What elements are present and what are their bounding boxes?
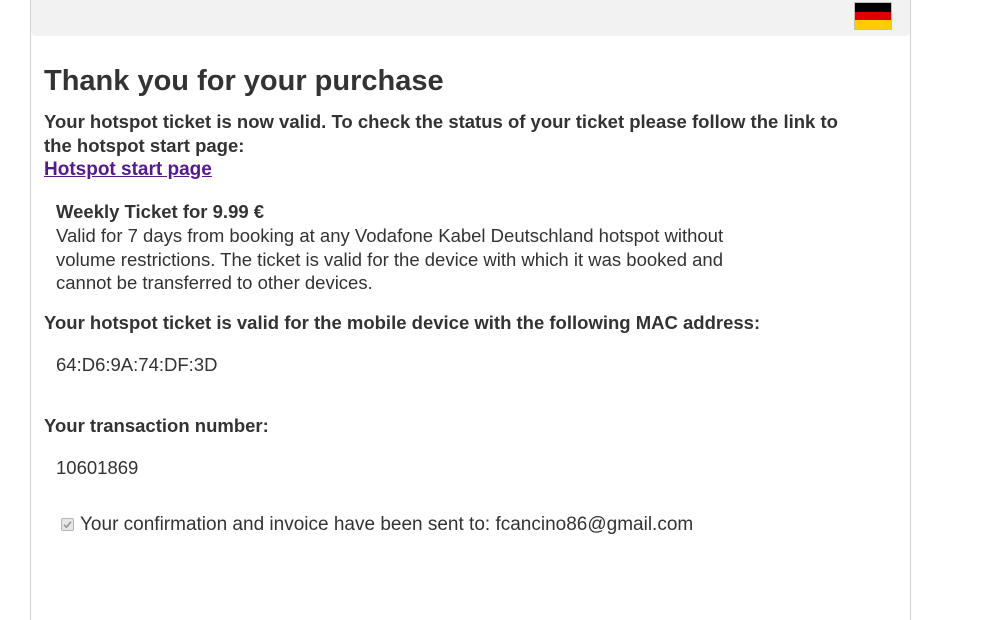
hotspot-start-page-link[interactable]: Hotspot start page (44, 158, 212, 182)
mac-address-value: 64:D6:9A:74:DF:3D (56, 353, 218, 375)
ticket-info: Weekly Ticket for 9.99 € Valid for 7 day… (56, 200, 796, 295)
header-bar (31, 0, 910, 36)
checkmark-icon (63, 521, 72, 529)
confirmation-checkbox[interactable] (61, 518, 74, 531)
intro-line-1: Your hotspot ticket is now valid. To che… (44, 111, 838, 132)
intro-text: Your hotspot ticket is now valid. To che… (44, 110, 906, 158)
ticket-desc-line-3: cannot be transferred to other devices. (56, 272, 373, 293)
ticket-desc-line-1: Valid for 7 days from booking at any Vod… (56, 225, 724, 246)
page-container: Thank you for your purchase Your hotspot… (30, 0, 911, 620)
confirmation-row: Your confirmation and invoice have been … (61, 513, 906, 537)
mac-address-label: Your hotspot ticket is valid for the mob… (44, 311, 761, 333)
transaction-number: 10601869 (56, 456, 139, 478)
main-content: Thank you for your purchase Your hotspot… (44, 62, 906, 537)
confirmation-text: Your confirmation and invoice have been … (80, 513, 694, 535)
ticket-title: Weekly Ticket for 9.99 € (56, 201, 265, 222)
transaction-label: Your transaction number: (44, 414, 269, 436)
ticket-desc-line-2: volume restrictions. The ticket is valid… (56, 248, 723, 270)
germany-flag-icon[interactable] (854, 2, 892, 30)
intro-line-2: the hotspot start page: (44, 135, 245, 156)
page-title: Thank you for your purchase (44, 65, 444, 97)
ticket-description: Valid for 7 days from booking at any Vod… (56, 224, 796, 295)
